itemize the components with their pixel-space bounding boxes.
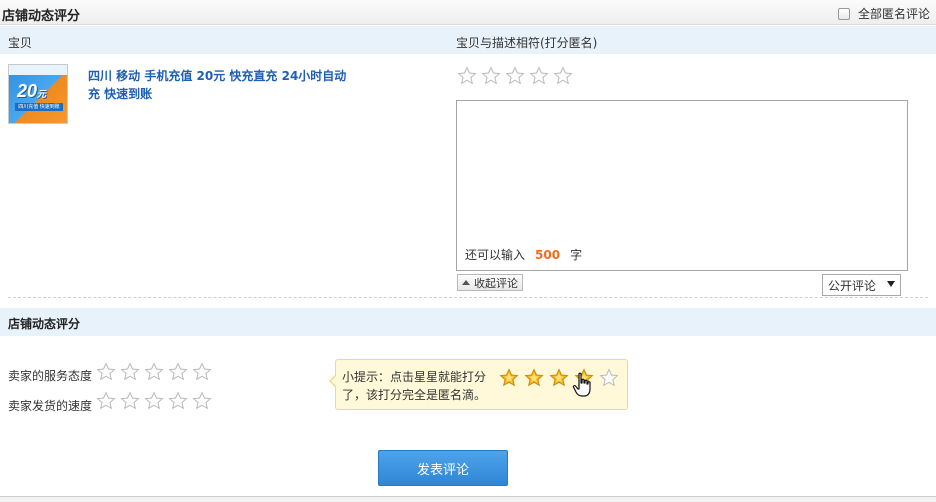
star-outline-icon[interactable] <box>142 362 166 382</box>
thumbnail-number: 20元 <box>17 81 47 101</box>
star-filled-icon <box>496 368 521 388</box>
hand-pointer-icon <box>572 372 591 397</box>
star-outline-icon[interactable] <box>118 362 142 382</box>
thumbnail-caption: 四川充值 快速到账 <box>18 104 60 110</box>
anonymous-toggle[interactable]: 全部匿名评论 <box>837 5 930 22</box>
service-label: 卖家的服务态度 <box>8 369 93 383</box>
star-outline-icon[interactable] <box>94 362 118 382</box>
column-item: 宝贝 <box>8 36 33 50</box>
anonymous-checkbox[interactable] <box>837 7 850 20</box>
shop-rating-title: 店铺动态评分 <box>8 317 81 331</box>
collapse-label: 收起评论 <box>474 276 518 290</box>
submit-review-button[interactable]: 发表评论 <box>378 450 508 486</box>
anonymous-label: 全部匿名评论 <box>857 7 930 21</box>
star-outline-icon <box>596 368 621 388</box>
collapse-comment-button[interactable]: 收起评论 <box>457 274 523 291</box>
match-rating-stars[interactable] <box>455 66 575 86</box>
thumbnail-strip: 四川充值 快速到账 <box>15 103 63 111</box>
star-outline-icon[interactable] <box>190 362 214 382</box>
product-thumbnail[interactable]: 20元 四川充值 快速到账 <box>8 64 68 124</box>
visibility-select[interactable]: 公开评论 <box>822 274 901 296</box>
product-title-link[interactable]: 四川 移动 手机充值 20元 快充直充 24小时自动充 快速到账 <box>88 67 348 103</box>
comment-textarea[interactable]: 还可以输入 500 字 <box>456 100 908 271</box>
tip-demo-stars <box>496 368 621 388</box>
star-outline-icon[interactable] <box>551 66 575 86</box>
star-outline-icon[interactable] <box>166 391 190 411</box>
remain-suffix: 字 <box>570 248 583 262</box>
shipping-label: 卖家发货的速度 <box>8 399 93 413</box>
service-rating-stars[interactable] <box>94 362 214 382</box>
section-title: 店铺动态评分 <box>2 9 81 24</box>
star-outline-icon[interactable] <box>503 66 527 86</box>
remaining-chars: 还可以输入 500 字 <box>465 246 582 263</box>
visibility-value: 公开评论 <box>828 278 877 293</box>
remain-prefix: 还可以输入 <box>465 248 526 262</box>
top-bar: 店铺动态评分 全部匿名评论 <box>0 0 936 25</box>
column-match: 宝贝与描述相符(打分匿名) <box>456 36 598 50</box>
tip-text: 小提示：点击星星就能打分了，该打分完全是匿名滴。 <box>342 370 487 402</box>
star-outline-icon[interactable] <box>479 66 503 86</box>
star-outline-icon[interactable] <box>527 66 551 86</box>
star-outline-icon[interactable] <box>94 391 118 411</box>
column-header-row: 宝贝 宝贝与描述相符(打分匿名) <box>0 26 936 54</box>
thumbnail-band <box>9 65 67 75</box>
collapse-up-icon <box>462 280 470 285</box>
star-outline-icon[interactable] <box>455 66 479 86</box>
shipping-rating-stars[interactable] <box>94 391 214 411</box>
star-outline-icon[interactable] <box>118 391 142 411</box>
bottom-border <box>0 496 936 502</box>
star-outline-icon[interactable] <box>166 362 190 382</box>
star-filled-icon <box>521 368 546 388</box>
shop-rating-header: 店铺动态评分 <box>0 308 936 336</box>
tip-arrow-inner <box>331 375 337 387</box>
remain-count: 500 <box>535 248 561 262</box>
divider <box>8 297 928 298</box>
star-filled-icon <box>546 368 571 388</box>
star-outline-icon[interactable] <box>142 391 166 411</box>
star-outline-icon[interactable] <box>190 391 214 411</box>
chevron-down-icon <box>887 281 895 287</box>
